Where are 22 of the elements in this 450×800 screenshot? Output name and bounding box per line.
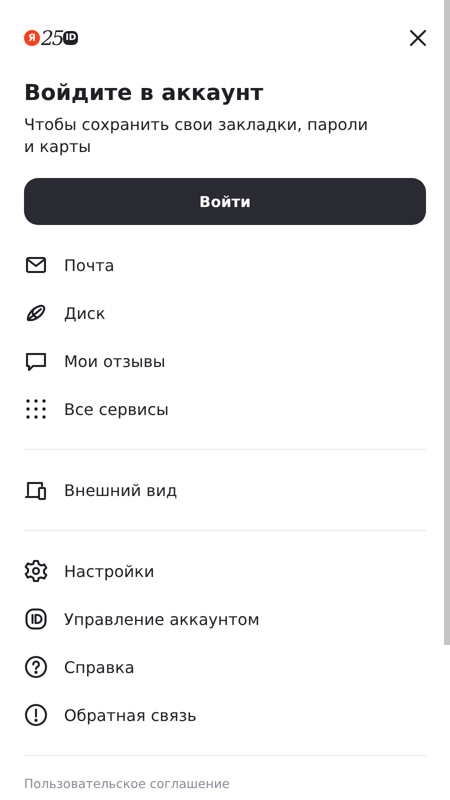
dots-grid-icon xyxy=(24,397,48,421)
subtitle: Чтобы сохранить свои закладки, пароли и карты xyxy=(24,114,370,158)
help-icon xyxy=(24,655,48,679)
menu-item[interactable]: Почта xyxy=(64,256,114,274)
close-icon[interactable] xyxy=(410,30,426,46)
logo-letter: Я xyxy=(24,30,40,46)
title: Войдите в аккаунт xyxy=(24,80,264,108)
menu-item[interactable]: Все сервисы xyxy=(64,400,169,418)
id-badge-icon xyxy=(24,607,48,631)
settings-icon xyxy=(24,559,48,583)
menu-item[interactable]: Диск xyxy=(64,304,106,322)
menu-item[interactable]: Обратная связь xyxy=(64,706,197,724)
menu-item[interactable]: Настройки xyxy=(64,562,154,580)
login-button[interactable]: Войти xyxy=(24,178,426,225)
menu-item[interactable]: Справка xyxy=(64,658,134,676)
exclamation-icon xyxy=(24,703,48,727)
menu-item[interactable]: Мои отзывы xyxy=(64,352,166,370)
logo-badge: ID xyxy=(63,31,78,45)
menu-item[interactable]: Внешний вид xyxy=(64,480,178,500)
logo-number: 25 xyxy=(41,28,62,48)
scrollbar-thumb[interactable] xyxy=(444,0,450,645)
menu-item[interactable]: Управление аккаунтом xyxy=(64,610,260,628)
